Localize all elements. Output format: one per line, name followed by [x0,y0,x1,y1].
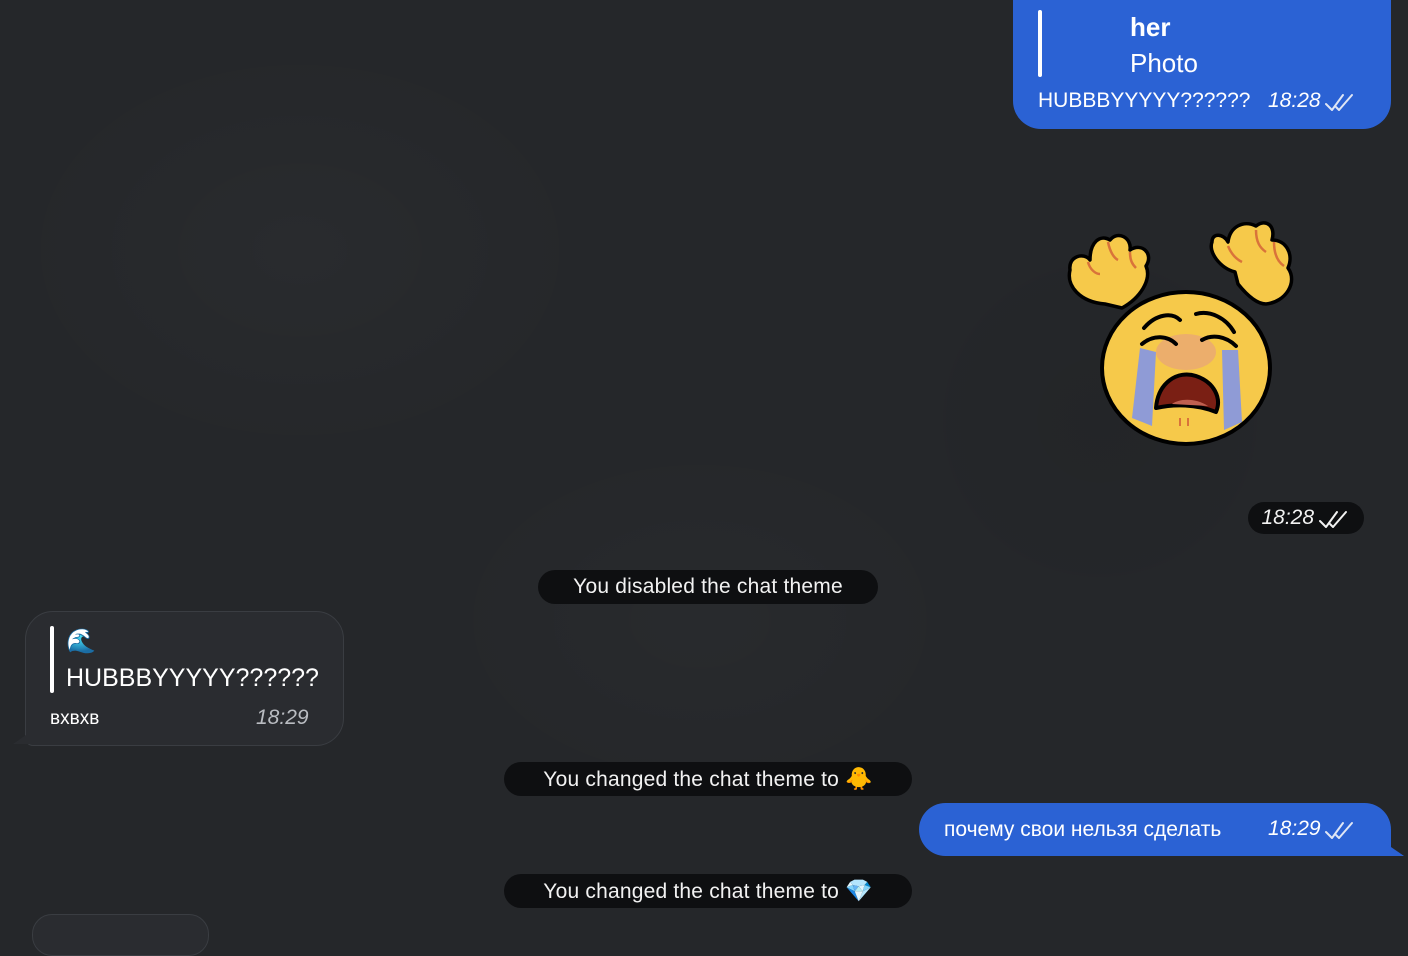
message-time: 18:29 [256,706,309,729]
incoming-message-reply[interactable]: 🌊 HUBBBYYYYY?????? вхвхв 18:29 [25,611,344,746]
outgoing-message[interactable]: почему свои нельзя сделать 18:29 [919,803,1391,856]
message-text: вхвхв [50,708,100,729]
theme-emoji-gem-icon: 💎 [845,878,873,903]
double-check-icon [1325,93,1354,111]
outgoing-message-reply[interactable]: her Photo HUBBBYYYYY?????? 18:28 [1013,0,1391,129]
message-time: 18:28 [1268,89,1357,114]
service-message-theme-disabled: You disabled the chat theme [538,570,878,604]
outgoing-bubble-tail [1378,838,1404,856]
service-message-theme-changed: You changed the chat theme to 💎 [504,874,912,908]
double-check-icon [1318,510,1347,528]
message-text: HUBBBYYYYY?????? [1038,89,1251,112]
reply-sender-name[interactable]: her [1130,12,1170,43]
message-time: 18:29 [1268,817,1357,842]
reply-preview-text[interactable]: Photo [1130,48,1198,79]
sticker-image [1067,221,1294,446]
service-text: You changed the chat theme to [543,768,840,791]
reply-bar [1038,10,1042,77]
theme-emoji-chick-icon: 🐥 [845,766,873,791]
crying-face-sticker[interactable] [1060,212,1310,457]
time-label: 18:28 [1268,89,1321,112]
incoming-bubble-tail [13,726,39,744]
sticker-time-pill: 18:28 [1248,502,1364,534]
reply-emoji[interactable]: 🌊 [66,628,96,656]
service-message-theme-changed: You changed the chat theme to 🐥 [504,762,912,796]
service-text: You changed the chat theme to [543,880,840,903]
message-text: почему свои нельзя сделать [944,818,1222,841]
time-label: 18:29 [1268,817,1321,840]
service-text: You disabled the chat theme [573,575,843,598]
time-label: 18:28 [1261,506,1315,529]
double-check-icon [1325,821,1354,839]
reply-preview-text[interactable]: HUBBBYYYYY?????? [66,664,319,693]
reply-bar [50,626,54,693]
incoming-message-partial[interactable] [32,914,209,956]
